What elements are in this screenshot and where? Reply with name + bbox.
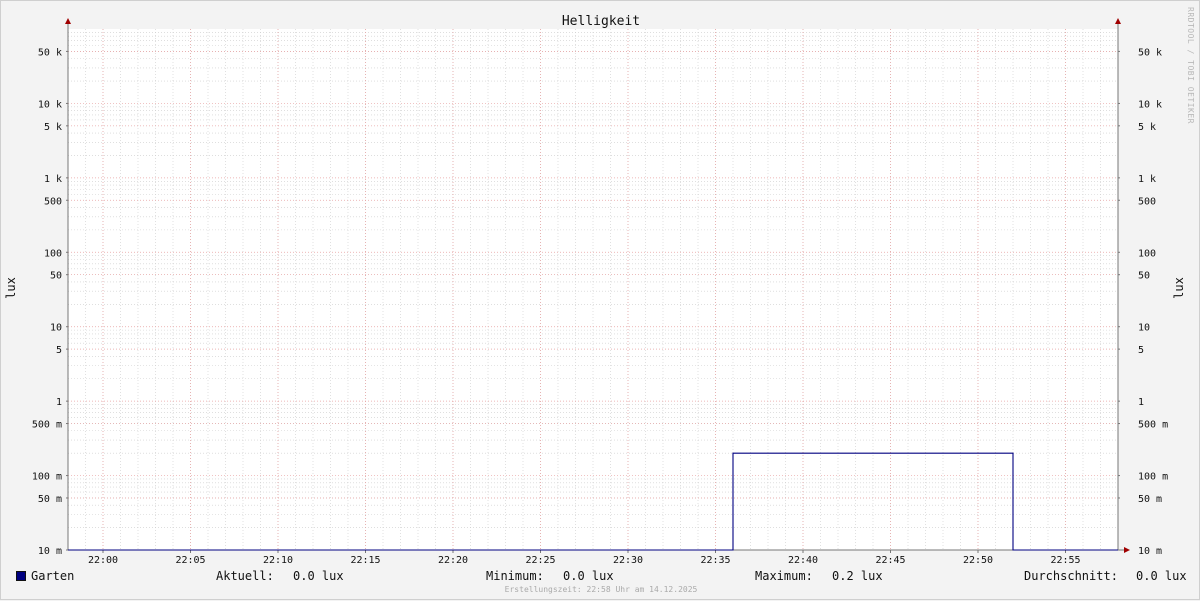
y-tick-label-right: 50 (1138, 271, 1150, 282)
y-tick-label-right: 500 (1138, 196, 1156, 207)
y-tick-label-left: 100 m (32, 472, 62, 483)
series-swatch (16, 571, 26, 581)
y-tick-label-left: 500 (44, 196, 62, 207)
x-tick-label: 22:00 (88, 555, 118, 566)
y-axis-label-left: lux (4, 277, 18, 299)
x-tick-label: 22:20 (438, 555, 468, 566)
x-tick-label: 22:45 (875, 555, 905, 566)
y-tick-label-right: 5 (1138, 345, 1144, 356)
legend-max-label: Maximum: (755, 569, 813, 583)
y-tick-label-left: 10 k (38, 99, 62, 110)
legend-current-value: 0.0 lux (293, 569, 344, 583)
y-tick-label-left: 10 (50, 323, 62, 334)
x-tick-label: 22:35 (700, 555, 730, 566)
y-tick-label-left: 50 (50, 271, 62, 282)
chart-frame: Helligkeit lux lux 10 m 10 m 50 m 50 m 100 m… (0, 0, 1200, 600)
x-tick-label: 22:15 (350, 555, 380, 566)
y-tick-label-left: 5 k (44, 122, 62, 133)
y-tick-label-left: 5 (56, 345, 62, 356)
y-tick-label-left: 1 k (44, 174, 62, 185)
y-tick-label-right: 100 m (1138, 472, 1168, 483)
y-tick-label-right: 5 k (1138, 122, 1156, 133)
y-tick-label-left: 500 m (32, 420, 62, 431)
legend-current-label: Aktuell: (216, 569, 274, 583)
y-axis-left-arrow (65, 18, 71, 24)
y-tick-label-right: 50 k (1138, 47, 1162, 58)
legend-max-value: 0.2 lux (832, 569, 883, 583)
x-tick-label: 22:55 (1050, 555, 1080, 566)
chart-title: Helligkeit (562, 14, 640, 29)
y-tick-label-right: 500 m (1138, 420, 1168, 431)
chart-canvas: Helligkeit lux lux 10 m 10 m 50 m 50 m 100 m… (4, 14, 1186, 566)
y-tick-label-left: 50 m (38, 494, 62, 505)
creation-time-footer: Erstellungszeit: 22:58 Uhr am 14.12.2025 (504, 585, 698, 594)
legend-series-name: Garten (31, 569, 75, 583)
y-axis-right-arrow (1115, 18, 1121, 24)
legend-avg-label: Durchschnitt: (1024, 569, 1118, 583)
y-tick-label-right: 1 (1138, 397, 1144, 408)
y-tick-label-right: 10 (1138, 323, 1150, 334)
legend-min-value: 0.0 lux (563, 569, 614, 583)
legend-avg-value: 0.0 lux (1136, 569, 1187, 583)
y-axis-label-right: lux (1172, 277, 1186, 299)
rrdtool-credit: RRDTOOL / TOBI OETIKER (1186, 7, 1195, 124)
y-tick-label-right: 50 m (1138, 494, 1162, 505)
x-axis-arrow (1124, 547, 1130, 553)
legend: Garten Aktuell: 0.0 lux Minimum: 0.0 lux… (1, 569, 1200, 585)
x-tick-label: 22:30 (613, 555, 643, 566)
y-tick-label-right: 10 k (1138, 99, 1162, 110)
x-tick-label: 22:25 (525, 555, 555, 566)
y-tick-label-right: 10 m (1138, 546, 1162, 557)
y-tick-label-left: 100 (44, 248, 62, 259)
x-tick-label: 22:10 (263, 555, 293, 566)
legend-min-label: Minimum: (486, 569, 544, 583)
x-tick-label: 22:40 (788, 555, 818, 566)
y-tick-label-right: 100 (1138, 248, 1156, 259)
y-tick-label-left: 50 k (38, 47, 62, 58)
y-tick-label-left: 1 (56, 397, 62, 408)
y-tick-label-left: 10 m (38, 546, 62, 557)
x-tick-label: 22:05 (175, 555, 205, 566)
x-tick-label: 22:50 (963, 555, 993, 566)
y-tick-label-right: 1 k (1138, 174, 1156, 185)
